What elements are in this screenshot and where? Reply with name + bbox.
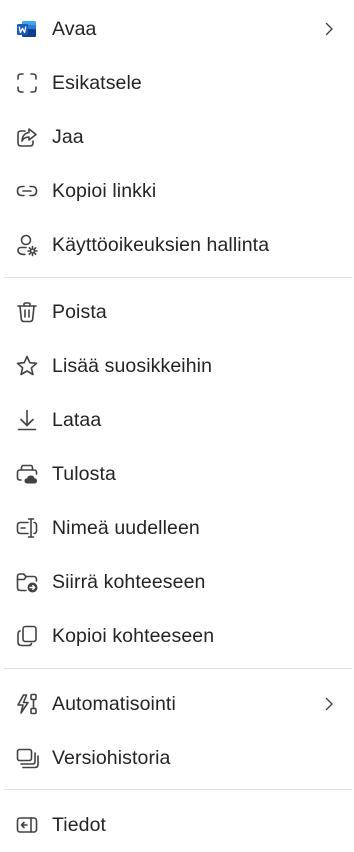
menu-item-label: Automatisointi [52,692,176,715]
menu-item-copy-to[interactable]: Kopioi kohteeseen [0,609,354,663]
menu-item-label: Esikatsele [52,71,142,94]
link-icon [14,178,40,204]
menu-item-label: Poista [52,300,107,323]
menu-item-manage-access[interactable]: Käyttöoikeuksien hallinta [0,218,354,272]
menu-item-add-favorite[interactable]: Lisää suosikkeihin [0,339,354,393]
menu-item-version-history[interactable]: Versiohistoria [0,731,354,785]
share-icon [14,124,40,150]
download-icon [14,407,40,433]
context-menu: Avaa Esikatsele Jaa Kopioi linkki Käyttö… [0,0,354,852]
person-settings-icon [14,232,40,258]
menu-item-print[interactable]: Tulosta [0,447,354,501]
menu-item-label: Jaa [52,125,84,148]
version-history-icon [14,745,40,771]
menu-divider [4,668,352,669]
star-icon [14,353,40,379]
menu-item-label: Tiedot [52,813,107,836]
folder-move-icon [14,569,40,595]
menu-divider [4,277,352,278]
chevron-right-icon [320,20,338,38]
menu-item-label: Kopioi linkki [52,179,157,202]
chevron-right-icon [320,695,338,713]
menu-item-label: Avaa [52,17,97,40]
menu-item-rename[interactable]: Nimeä uudelleen [0,501,354,555]
menu-item-label: Versiohistoria [52,746,171,769]
menu-item-label: Nimeä uudelleen [52,516,200,539]
preview-frame-icon [14,70,40,96]
menu-item-open[interactable]: Avaa [0,2,354,56]
menu-item-delete[interactable]: Poista [0,285,354,339]
info-panel-icon [14,812,40,838]
menu-item-automate[interactable]: Automatisointi [0,677,354,731]
automation-flash-icon [14,691,40,717]
menu-item-download[interactable]: Lataa [0,393,354,447]
word-icon [14,16,40,42]
rename-icon [14,515,40,541]
menu-divider [4,789,352,790]
menu-item-move-to[interactable]: Siirrä kohteeseen [0,555,354,609]
menu-item-label: Lisää suosikkeihin [52,354,213,377]
menu-item-label: Tulosta [52,462,116,485]
menu-item-label: Käyttöoikeuksien hallinta [52,233,270,256]
menu-item-details[interactable]: Tiedot [0,798,354,852]
menu-item-label: Lataa [52,408,102,431]
menu-item-label: Kopioi kohteeseen [52,624,215,647]
copy-icon [14,623,40,649]
menu-item-copy-link[interactable]: Kopioi linkki [0,164,354,218]
menu-item-share[interactable]: Jaa [0,110,354,164]
menu-item-label: Siirrä kohteeseen [52,570,206,593]
trash-icon [14,299,40,325]
menu-item-preview[interactable]: Esikatsele [0,56,354,110]
print-icon [14,461,40,487]
